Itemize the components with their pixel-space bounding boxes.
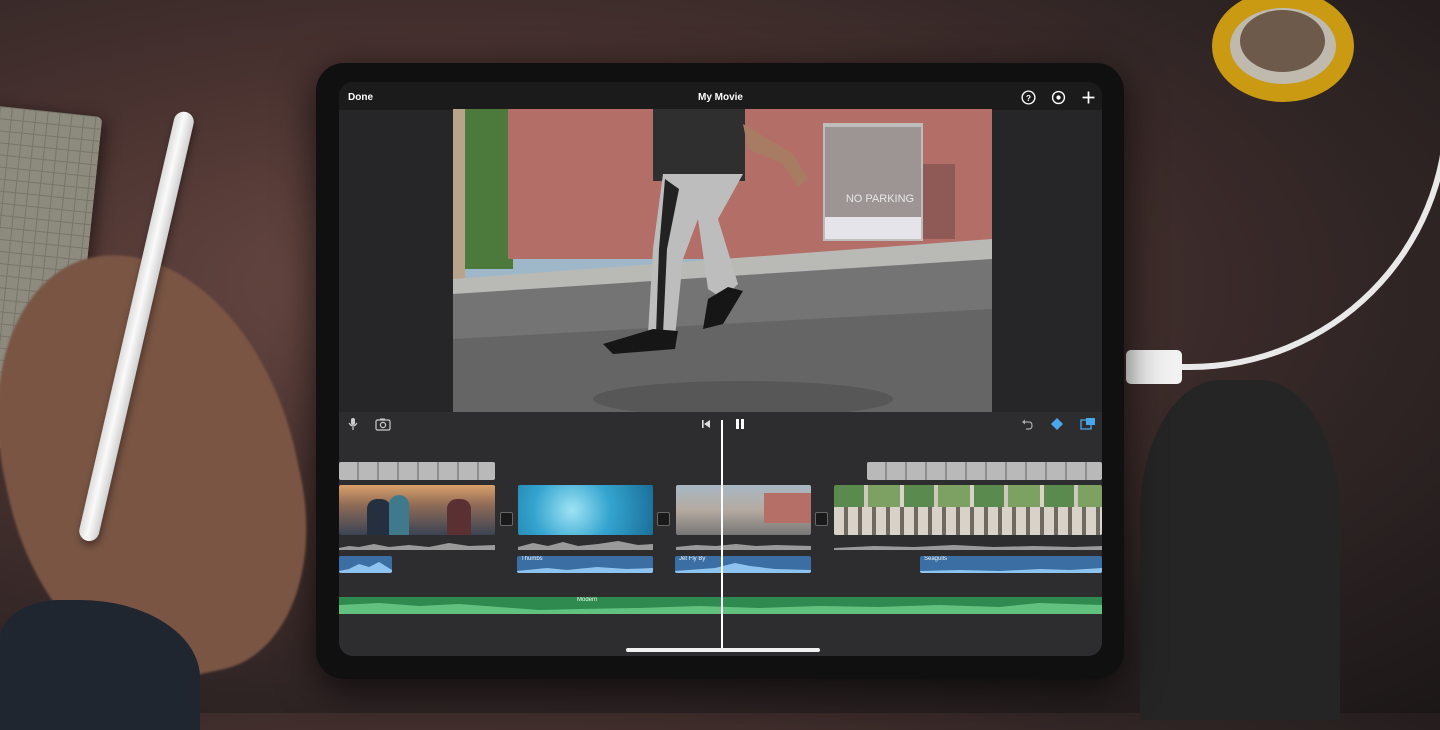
usb-cable	[1130, 0, 1440, 370]
video-clip-smoke[interactable]	[518, 485, 653, 535]
top-bar: Done My Movie ?	[339, 82, 1102, 112]
transition-button[interactable]	[657, 512, 670, 526]
transition-button[interactable]	[500, 512, 513, 526]
video-preview[interactable]: NO PARKING	[453, 109, 992, 412]
camera-icon[interactable]	[375, 417, 391, 431]
clip-audio-waveform	[518, 541, 653, 550]
pause-icon[interactable]	[733, 417, 747, 431]
add-icon[interactable]	[1080, 89, 1097, 106]
sound-effect-clip-seagulls[interactable]: Seagulls	[920, 556, 1102, 573]
microphone-icon[interactable]	[346, 417, 360, 431]
usb-c-connector	[1126, 350, 1182, 384]
playhead[interactable]	[721, 420, 723, 652]
background-person	[1140, 380, 1340, 720]
cutaway-filmstrip[interactable]	[339, 462, 495, 480]
video-clip-building[interactable]	[834, 485, 1102, 535]
viewer-left-panel	[339, 110, 453, 413]
video-clip-friends[interactable]	[339, 485, 495, 535]
keyframe-icon[interactable]	[1050, 417, 1064, 431]
settings-icon[interactable]	[1050, 89, 1067, 106]
sound-effect-clip-jet-fly-by[interactable]: Jet Fly By	[675, 556, 811, 573]
no-parking-sign: NO PARKING	[846, 193, 914, 205]
clip-audio-waveform	[339, 543, 495, 550]
sound-effect-clip[interactable]	[339, 556, 392, 573]
picture-in-picture-icon[interactable]	[1080, 417, 1096, 431]
clip-audio-waveform	[834, 545, 1102, 550]
clip-audio-waveform	[676, 544, 811, 550]
help-icon[interactable]: ?	[1020, 89, 1037, 106]
home-indicator[interactable]	[626, 648, 820, 652]
project-title: My Movie	[697, 92, 743, 103]
sound-effect-clip-thumbs[interactable]: Thumbs	[517, 556, 653, 573]
video-clip-skate[interactable]	[676, 485, 811, 535]
imovie-screen: Done My Movie ? NO PARKING Thumbs Jet Fl…	[339, 82, 1102, 656]
cutaway-filmstrip[interactable]	[867, 462, 1102, 480]
viewer-right-panel	[992, 110, 1102, 413]
undo-icon[interactable]	[1020, 417, 1034, 431]
svg-text:?: ?	[1026, 93, 1031, 103]
skip-to-start-icon[interactable]	[699, 417, 713, 431]
transition-button[interactable]	[815, 512, 828, 526]
timeline[interactable]: Thumbs Jet Fly By Seagulls Modern	[339, 412, 1102, 656]
